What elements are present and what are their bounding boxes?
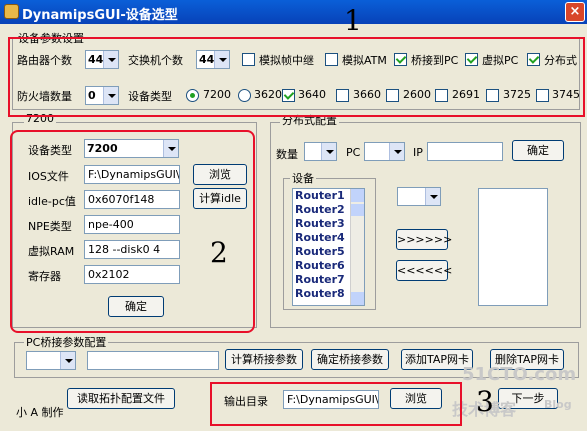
close-button[interactable]: × — [565, 2, 585, 22]
pc-label: PC — [346, 146, 361, 159]
ip-label: IP — [413, 146, 423, 159]
pc-bridge-legend: PC桥接参数配置 — [24, 334, 109, 350]
scroll-thumb[interactable] — [351, 204, 364, 216]
count-label: 数量 — [276, 148, 298, 161]
watermark-site: 51CTO.com — [462, 364, 577, 385]
distributed-ok-button[interactable]: 确定 — [512, 140, 564, 161]
title-bar: DynamipsGUI-设备选型 × — [0, 0, 587, 24]
devices-listbox[interactable]: Router1 Router2 Router3 Router4 Router5 Route… — [292, 188, 365, 306]
devices-legend: 设备 — [290, 170, 316, 186]
bridge-select[interactable] — [26, 351, 76, 370]
target-select[interactable] — [397, 187, 441, 206]
move-right-button[interactable]: >>>>>> — [396, 229, 452, 250]
chevron-down-icon — [321, 143, 336, 160]
window-title: DynamipsGUI-设备选型 — [22, 8, 178, 23]
chevron-down-icon — [60, 352, 75, 369]
scroll-down-arrow[interactable] — [351, 292, 364, 305]
app-window: DynamipsGUI-设备选型 × 设备参数设置 路由器个数 44 交换机个数… — [0, 0, 587, 431]
move-left-button[interactable]: <<<<<< — [396, 260, 452, 281]
count-select[interactable] — [304, 142, 337, 161]
chevron-down-icon — [389, 143, 404, 160]
pc-select[interactable] — [364, 142, 405, 161]
bridge-input[interactable] — [87, 351, 219, 370]
annotation-number-1: 1 — [344, 4, 362, 37]
annotation-box-3 — [210, 382, 462, 426]
annotation-number-3: 3 — [476, 385, 494, 418]
annotation-box-2 — [10, 130, 255, 333]
watermark-blog: Blog — [544, 398, 572, 411]
confirm-bridge-button[interactable]: 确定桥接参数 — [311, 349, 389, 370]
assigned-listbox[interactable] — [478, 188, 548, 306]
calc-bridge-button[interactable]: 计算桥接参数 — [225, 349, 303, 370]
ip-input[interactable] — [427, 142, 503, 161]
author-label: 小 A 制作 — [16, 406, 64, 419]
scroll-up-arrow[interactable] — [351, 189, 364, 202]
annotation-number-2: 2 — [210, 236, 228, 269]
app-icon — [4, 4, 19, 19]
annotation-box-1 — [8, 37, 585, 117]
read-topo-button[interactable]: 读取拓扑配置文件 — [67, 388, 175, 409]
chevron-down-icon — [425, 188, 440, 205]
listbox-scrollbar[interactable] — [350, 189, 364, 305]
